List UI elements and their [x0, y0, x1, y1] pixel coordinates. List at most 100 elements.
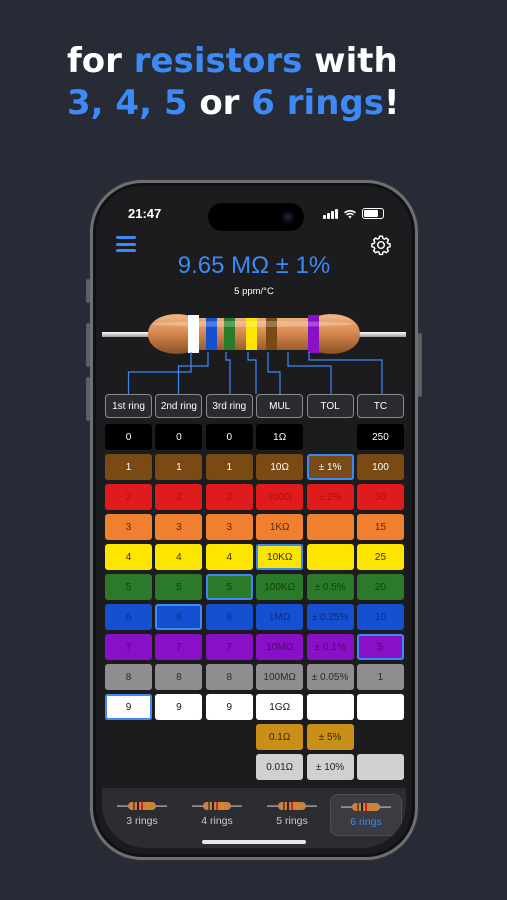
color-cell[interactable]: 50 — [356, 484, 404, 510]
headline-line-1: for resistors with — [67, 40, 400, 82]
color-cell[interactable]: 100Ω — [256, 484, 304, 510]
color-cell — [206, 754, 253, 780]
dynamic-island — [208, 203, 304, 231]
color-cell[interactable]: 0 — [155, 424, 203, 450]
color-cell[interactable]: 100 — [356, 454, 404, 480]
color-cell — [307, 424, 354, 450]
color-cell[interactable]: 5 — [105, 574, 152, 600]
color-cell[interactable]: 0 — [105, 424, 152, 450]
color-cell[interactable]: 1KΩ — [256, 514, 304, 540]
color-cell[interactable]: 0 — [205, 424, 253, 450]
status-icons — [323, 208, 384, 219]
color-cell[interactable]: 1Ω — [256, 424, 304, 450]
color-cell[interactable]: ± 0.1% — [306, 634, 354, 660]
color-cell[interactable]: 7 — [205, 634, 253, 660]
color-cell[interactable]: 25 — [356, 544, 404, 570]
color-cell[interactable]: 7 — [155, 634, 203, 660]
tab-label: 3 rings — [126, 815, 158, 827]
tab-3-rings[interactable]: 3 rings — [106, 794, 178, 836]
column-headers: 1st ring 2nd ring 3rd ring MUL TOL TC — [105, 394, 404, 418]
color-cell[interactable]: 1GΩ — [256, 694, 304, 720]
color-cell[interactable]: 9 — [105, 694, 152, 720]
tab-5-rings[interactable]: 5 rings — [256, 794, 328, 836]
color-cell[interactable]: 0.01Ω — [256, 754, 304, 780]
color-cell[interactable]: 4 — [155, 544, 203, 570]
color-cell[interactable] — [356, 694, 404, 720]
color-cell[interactable] — [306, 514, 354, 540]
color-cell[interactable]: 4 — [205, 544, 253, 570]
color-cell[interactable]: 3 — [155, 514, 203, 540]
color-cell[interactable]: ± 2% — [306, 484, 354, 510]
color-cell[interactable]: 5 — [205, 574, 253, 600]
color-cell[interactable]: 2 — [105, 484, 152, 510]
hamburger-menu-icon[interactable] — [116, 236, 136, 252]
headline-text: ! — [384, 83, 400, 123]
color-cell — [206, 724, 253, 750]
color-cell[interactable]: ± 10% — [306, 754, 354, 780]
color-cell[interactable]: 6 — [205, 604, 253, 630]
column-header: 1st ring — [105, 394, 152, 418]
color-cell[interactable]: ± 1% — [306, 454, 354, 480]
headline-line-2: 3, 4, 5 or 6 rings! — [67, 82, 400, 124]
tab-4-rings[interactable]: 4 rings — [181, 794, 253, 836]
wifi-icon — [344, 209, 356, 218]
color-cell[interactable]: 10MΩ — [256, 634, 304, 660]
color-cell[interactable]: ± 0.05% — [306, 664, 354, 690]
color-cell[interactable]: 3 — [205, 514, 253, 540]
color-cell[interactable]: 20 — [356, 574, 404, 600]
color-cell[interactable]: 8 — [205, 664, 253, 690]
color-cell — [155, 754, 202, 780]
color-cell[interactable] — [306, 694, 354, 720]
resistor-band — [188, 315, 199, 353]
color-cell[interactable]: 1 — [356, 664, 404, 690]
color-cell — [105, 754, 152, 780]
color-cell[interactable]: 250 — [356, 424, 404, 450]
color-cell[interactable] — [356, 754, 404, 780]
color-cell[interactable]: 10KΩ — [256, 544, 304, 570]
color-cell[interactable]: 0.1Ω — [256, 724, 304, 750]
color-cell[interactable] — [306, 544, 354, 570]
color-cell[interactable]: 1MΩ — [256, 604, 304, 630]
color-cell[interactable]: 9 — [205, 694, 253, 720]
color-cell[interactable]: 100KΩ — [256, 574, 304, 600]
volume-down-button — [86, 377, 90, 421]
mute-switch — [86, 279, 90, 303]
color-cell[interactable]: ± 0.5% — [306, 574, 354, 600]
color-cell[interactable]: 2 — [205, 484, 253, 510]
color-cell[interactable]: 15 — [356, 514, 404, 540]
column-header: MUL — [256, 394, 304, 418]
color-cell[interactable]: 8 — [105, 664, 152, 690]
resistor-icon — [117, 802, 167, 810]
color-code-table: 0 0 0 1Ω 250 1 1 1 10Ω ± 1% 100 2 2 2 100Ω ± 2% 50 3 3 3 1KΩ… — [105, 424, 404, 780]
color-cell[interactable]: 3 — [105, 514, 152, 540]
color-cell[interactable]: 10Ω — [256, 454, 304, 480]
headline-highlight: 6 rings — [251, 83, 384, 123]
color-cell[interactable]: 5 — [356, 634, 404, 660]
color-cell[interactable]: 1 — [105, 454, 152, 480]
color-cell[interactable]: 8 — [155, 664, 203, 690]
headline-text: for — [67, 41, 134, 81]
color-cell[interactable]: 10 — [356, 604, 404, 630]
color-cell[interactable]: 4 — [105, 544, 152, 570]
color-cell[interactable]: 6 — [105, 604, 152, 630]
tab-label: 5 rings — [276, 815, 308, 827]
resistor-icon — [341, 803, 391, 811]
camera-icon — [282, 211, 294, 223]
color-cell[interactable]: 100MΩ — [256, 664, 304, 690]
color-cell[interactable]: 9 — [155, 694, 203, 720]
headline-highlight: resistors — [133, 41, 303, 81]
color-cell[interactable]: ± 5% — [306, 724, 354, 750]
column-header: 3rd ring — [205, 394, 253, 418]
color-cell[interactable]: 2 — [155, 484, 203, 510]
color-cell[interactable]: ± 0.25% — [306, 604, 354, 630]
column-header: TC — [356, 394, 404, 418]
column-header: TOL — [306, 394, 354, 418]
color-cell[interactable]: 5 — [155, 574, 203, 600]
color-cell[interactable]: 6 — [155, 604, 203, 630]
color-cell[interactable]: 1 — [205, 454, 253, 480]
signal-icon — [323, 208, 338, 219]
color-cell[interactable]: 1 — [155, 454, 203, 480]
tab-6-rings[interactable]: 6 rings — [330, 794, 402, 836]
color-cell[interactable]: 7 — [105, 634, 152, 660]
battery-icon — [362, 208, 384, 219]
